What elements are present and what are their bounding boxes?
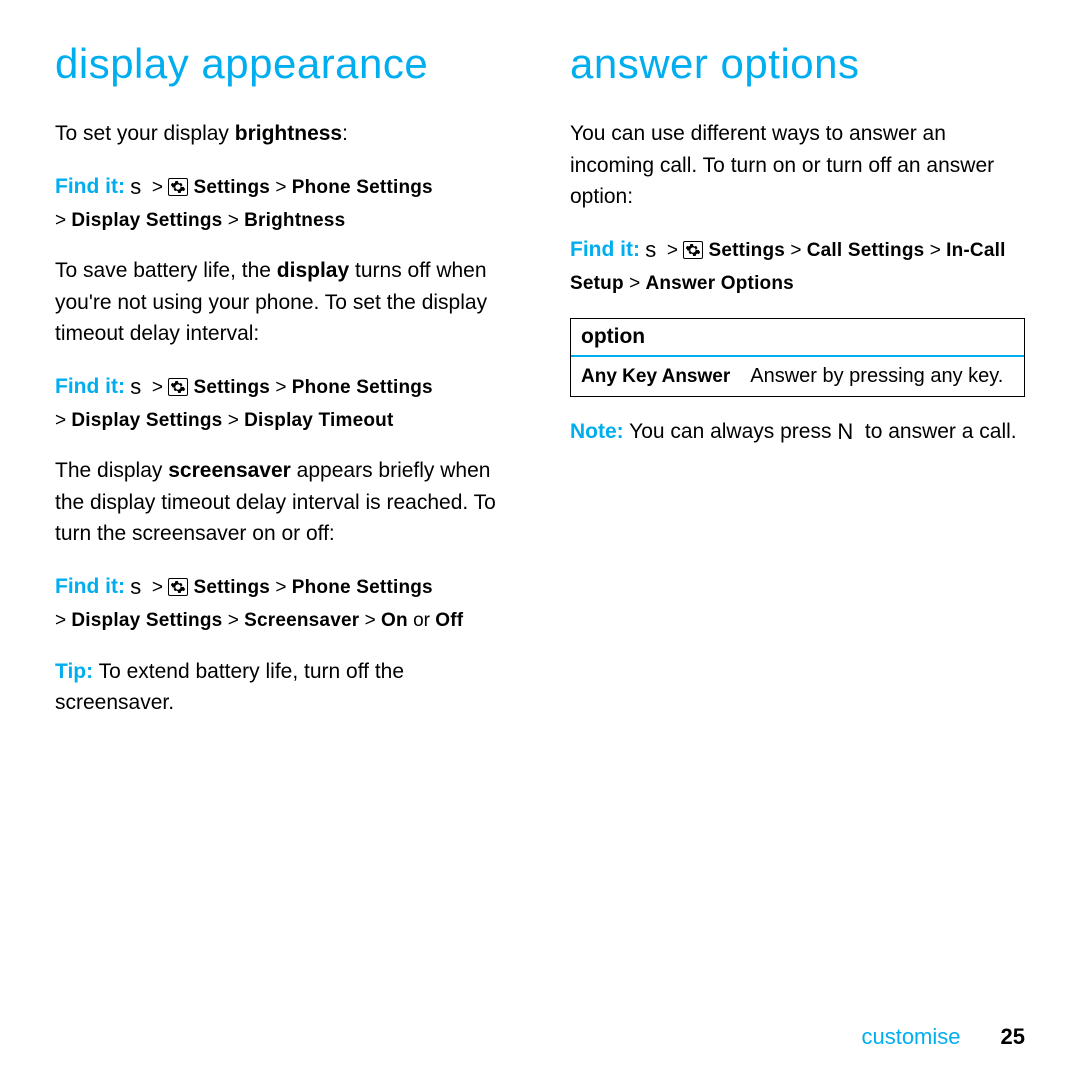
left-column: display appearance To set your display b… xyxy=(55,40,510,1004)
path-phone-settings: Phone Settings xyxy=(292,377,433,398)
sep: > xyxy=(275,577,286,598)
intro-brightness: To set your display brightness: xyxy=(55,118,510,150)
bold-brightness: brightness xyxy=(235,122,342,145)
bold-display: display xyxy=(277,259,349,282)
path-screensaver: Screensaver xyxy=(244,610,359,631)
section-title-answer-options: answer options xyxy=(570,40,1025,88)
find-it-answer-options: Find it: s > Settings > Call Settings > … xyxy=(570,231,1025,301)
text: : xyxy=(342,122,348,145)
path-brightness: Brightness xyxy=(244,210,345,231)
table-row: Any Key Answer Answer by pressing any ke… xyxy=(571,357,1024,396)
path-settings: Settings xyxy=(709,240,786,261)
center-key-glyph: s xyxy=(130,174,141,199)
path-display-settings: Display Settings xyxy=(71,410,222,431)
center-key-glyph: s xyxy=(130,374,141,399)
options-table: option Any Key Answer Answer by pressing… xyxy=(570,318,1025,397)
sep: > xyxy=(629,273,640,294)
text: The display xyxy=(55,459,168,482)
find-it-label: Find it: xyxy=(55,575,125,598)
text: To save battery life, the xyxy=(55,259,277,282)
tip-text: To extend battery life, turn off the scr… xyxy=(55,660,404,715)
gear-icon xyxy=(168,578,188,596)
bold-screensaver: screensaver xyxy=(168,459,291,482)
find-it-brightness: Find it: s > Settings > Phone Settings >… xyxy=(55,168,510,238)
path-settings: Settings xyxy=(194,577,271,598)
sep: > xyxy=(275,177,286,198)
note-pre: You can always press xyxy=(624,420,838,443)
sep: > xyxy=(790,240,801,261)
footer-section-name: customise xyxy=(861,1024,960,1050)
sep: > xyxy=(667,240,678,261)
note-label: Note: xyxy=(570,420,624,443)
path-phone-settings: Phone Settings xyxy=(292,177,433,198)
text: To set your display xyxy=(55,122,235,145)
path-call-settings: Call Settings xyxy=(807,240,925,261)
send-key-glyph: N xyxy=(837,419,853,444)
two-column-layout: display appearance To set your display b… xyxy=(55,40,1025,1004)
path-display-settings: Display Settings xyxy=(71,210,222,231)
sep: > xyxy=(55,410,66,431)
sep: > xyxy=(152,377,163,398)
sep: > xyxy=(275,377,286,398)
option-name-any-key-answer: Any Key Answer xyxy=(581,366,730,388)
sep: > xyxy=(55,610,66,631)
note-paragraph: Note: You can always press N to answer a… xyxy=(570,415,1025,448)
footer-page-number: 25 xyxy=(1001,1024,1025,1050)
sep: > xyxy=(55,210,66,231)
table-header-option: option xyxy=(571,319,1024,357)
center-key-glyph: s xyxy=(645,237,656,262)
sep: > xyxy=(228,610,239,631)
sep: > xyxy=(365,610,376,631)
find-it-label: Find it: xyxy=(55,175,125,198)
gear-icon xyxy=(168,378,188,396)
sep: > xyxy=(228,410,239,431)
sep: > xyxy=(228,210,239,231)
right-column: answer options You can use different way… xyxy=(570,40,1025,1004)
intro-answer-options: You can use different ways to answer an … xyxy=(570,118,1025,213)
page-footer: customise 25 xyxy=(55,1004,1025,1050)
path-phone-settings: Phone Settings xyxy=(292,577,433,598)
manual-page: display appearance To set your display b… xyxy=(0,0,1080,1080)
section-title-display-appearance: display appearance xyxy=(55,40,510,88)
sep: > xyxy=(930,240,941,261)
center-key-glyph: s xyxy=(130,574,141,599)
note-post: to answer a call. xyxy=(859,420,1017,443)
path-display-timeout: Display Timeout xyxy=(244,410,393,431)
tip-paragraph: Tip: To extend battery life, turn off th… xyxy=(55,656,510,719)
sep: > xyxy=(152,177,163,198)
intro-timeout: To save battery life, the display turns … xyxy=(55,255,510,350)
find-it-label: Find it: xyxy=(55,375,125,398)
gear-icon xyxy=(683,241,703,259)
path-display-settings: Display Settings xyxy=(71,610,222,631)
path-settings: Settings xyxy=(194,377,271,398)
option-description: Answer by pressing any key. xyxy=(750,365,1014,388)
find-it-timeout: Find it: s > Settings > Phone Settings >… xyxy=(55,368,510,438)
find-it-label: Find it: xyxy=(570,238,640,261)
path-settings: Settings xyxy=(194,177,271,198)
tip-label: Tip: xyxy=(55,660,93,683)
path-answer-options: Answer Options xyxy=(645,273,793,294)
intro-screensaver: The display screensaver appears briefly … xyxy=(55,455,510,550)
sep: > xyxy=(152,577,163,598)
gear-icon xyxy=(168,178,188,196)
option-off: Off xyxy=(435,610,463,631)
or-text: or xyxy=(408,610,435,631)
find-it-screensaver: Find it: s > Settings > Phone Settings >… xyxy=(55,568,510,638)
option-on: On xyxy=(381,610,408,631)
